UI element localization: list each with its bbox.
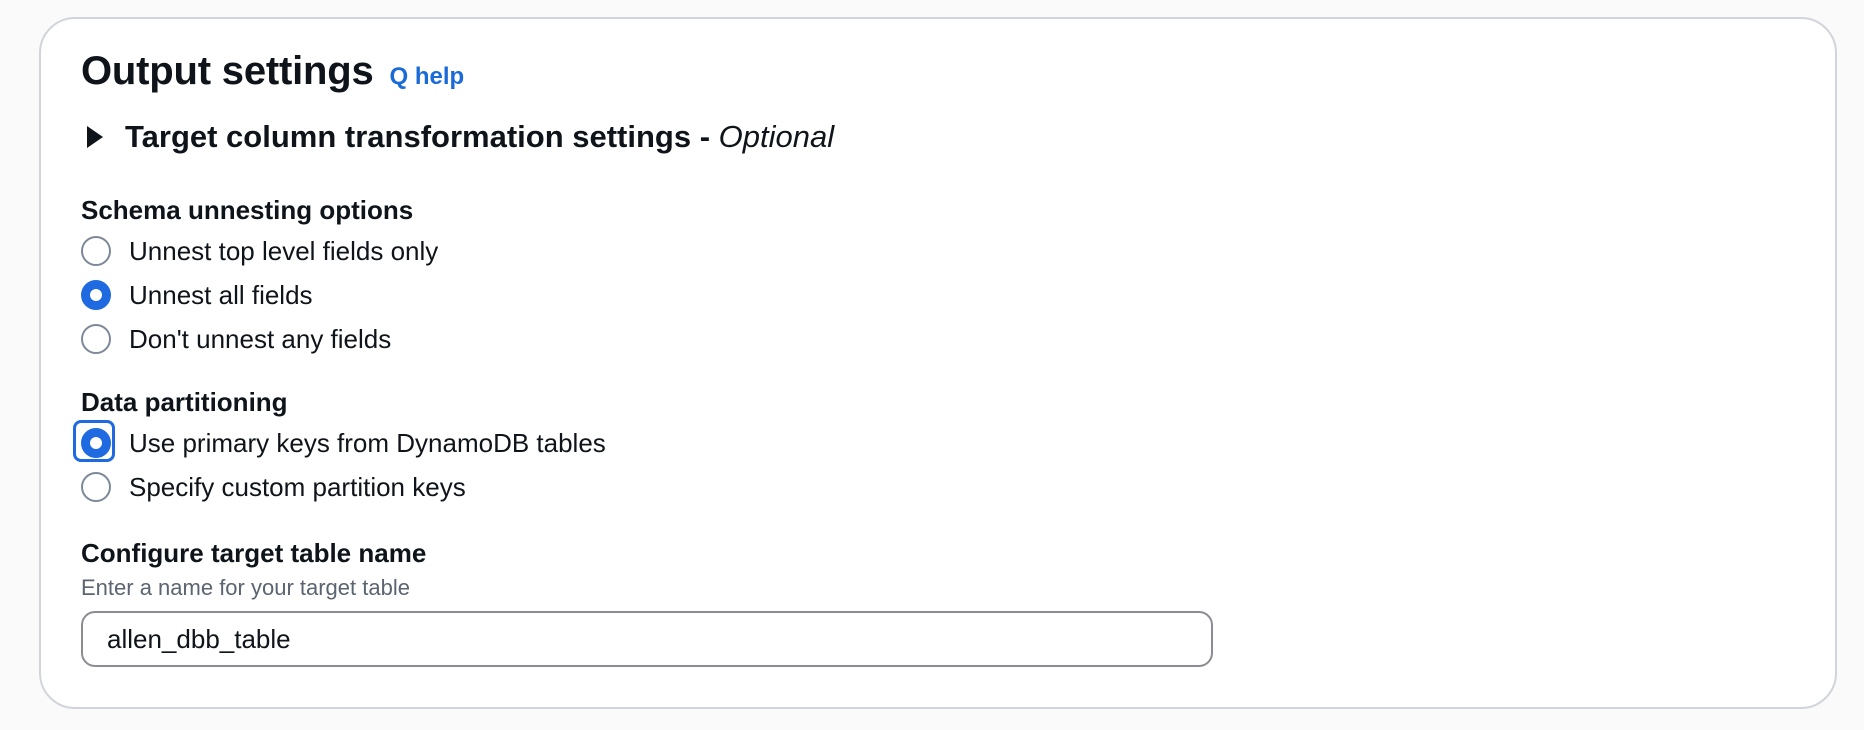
radio-label: Don't unnest any fields [129,323,392,354]
target-table-name-label: Configure target table name [81,538,427,568]
radio-unnest-top-level[interactable]: Unnest top level fields only [81,229,1795,273]
radio-dont-unnest[interactable]: Don't unnest any fields [81,317,1795,361]
radio-wrap [81,324,129,354]
schema-unnesting-label: Schema unnesting options [81,195,414,225]
radio-label: Unnest top level fields only [129,235,439,266]
output-settings-panel: Output settings Q help Target column tra… [39,17,1837,709]
panel-content: Output settings Q help Target column tra… [73,49,1795,667]
radio-wrap [81,236,129,266]
radio-label: Use primary keys from DynamoDB tables [129,427,606,458]
radio-unnest-all[interactable]: Unnest all fields [81,273,1795,317]
schema-unnesting-radio-group: Unnest top level fields only Unnest all … [81,229,1795,361]
radio-label: Unnest all fields [129,279,313,310]
target-column-transformation-expander[interactable]: Target column transformation settings - … [81,105,1795,169]
expander-label: Target column transformation settings - … [125,119,834,155]
radio-label: Specify custom partition keys [129,471,466,502]
radio-button[interactable] [81,324,111,354]
target-table-name-description: Enter a name for your target table [81,575,410,600]
radio-wrap [81,472,129,502]
caret-right-icon [87,126,103,148]
radio-button[interactable] [81,472,111,502]
help-link[interactable]: Q help [390,63,465,91]
radio-button-checked[interactable] [81,428,111,458]
radio-custom-partition-keys[interactable]: Specify custom partition keys [81,465,1795,509]
section-header: Output settings Q help [81,49,1795,105]
expander-label-text: Target column transformation settings - [125,119,719,154]
radio-wrap [81,280,129,310]
radio-button-checked[interactable] [81,280,111,310]
data-partitioning-label: Data partitioning [81,387,288,417]
radio-button[interactable] [81,236,111,266]
section-title: Output settings [81,49,374,93]
target-table-name-input[interactable] [81,611,1213,667]
data-partitioning-radio-group: Use primary keys from DynamoDB tables Sp… [73,420,1795,509]
radio-wrap-focused [73,420,129,462]
radio-primary-keys[interactable]: Use primary keys from DynamoDB tables [73,420,1795,465]
expander-optional-text: Optional [718,119,835,154]
